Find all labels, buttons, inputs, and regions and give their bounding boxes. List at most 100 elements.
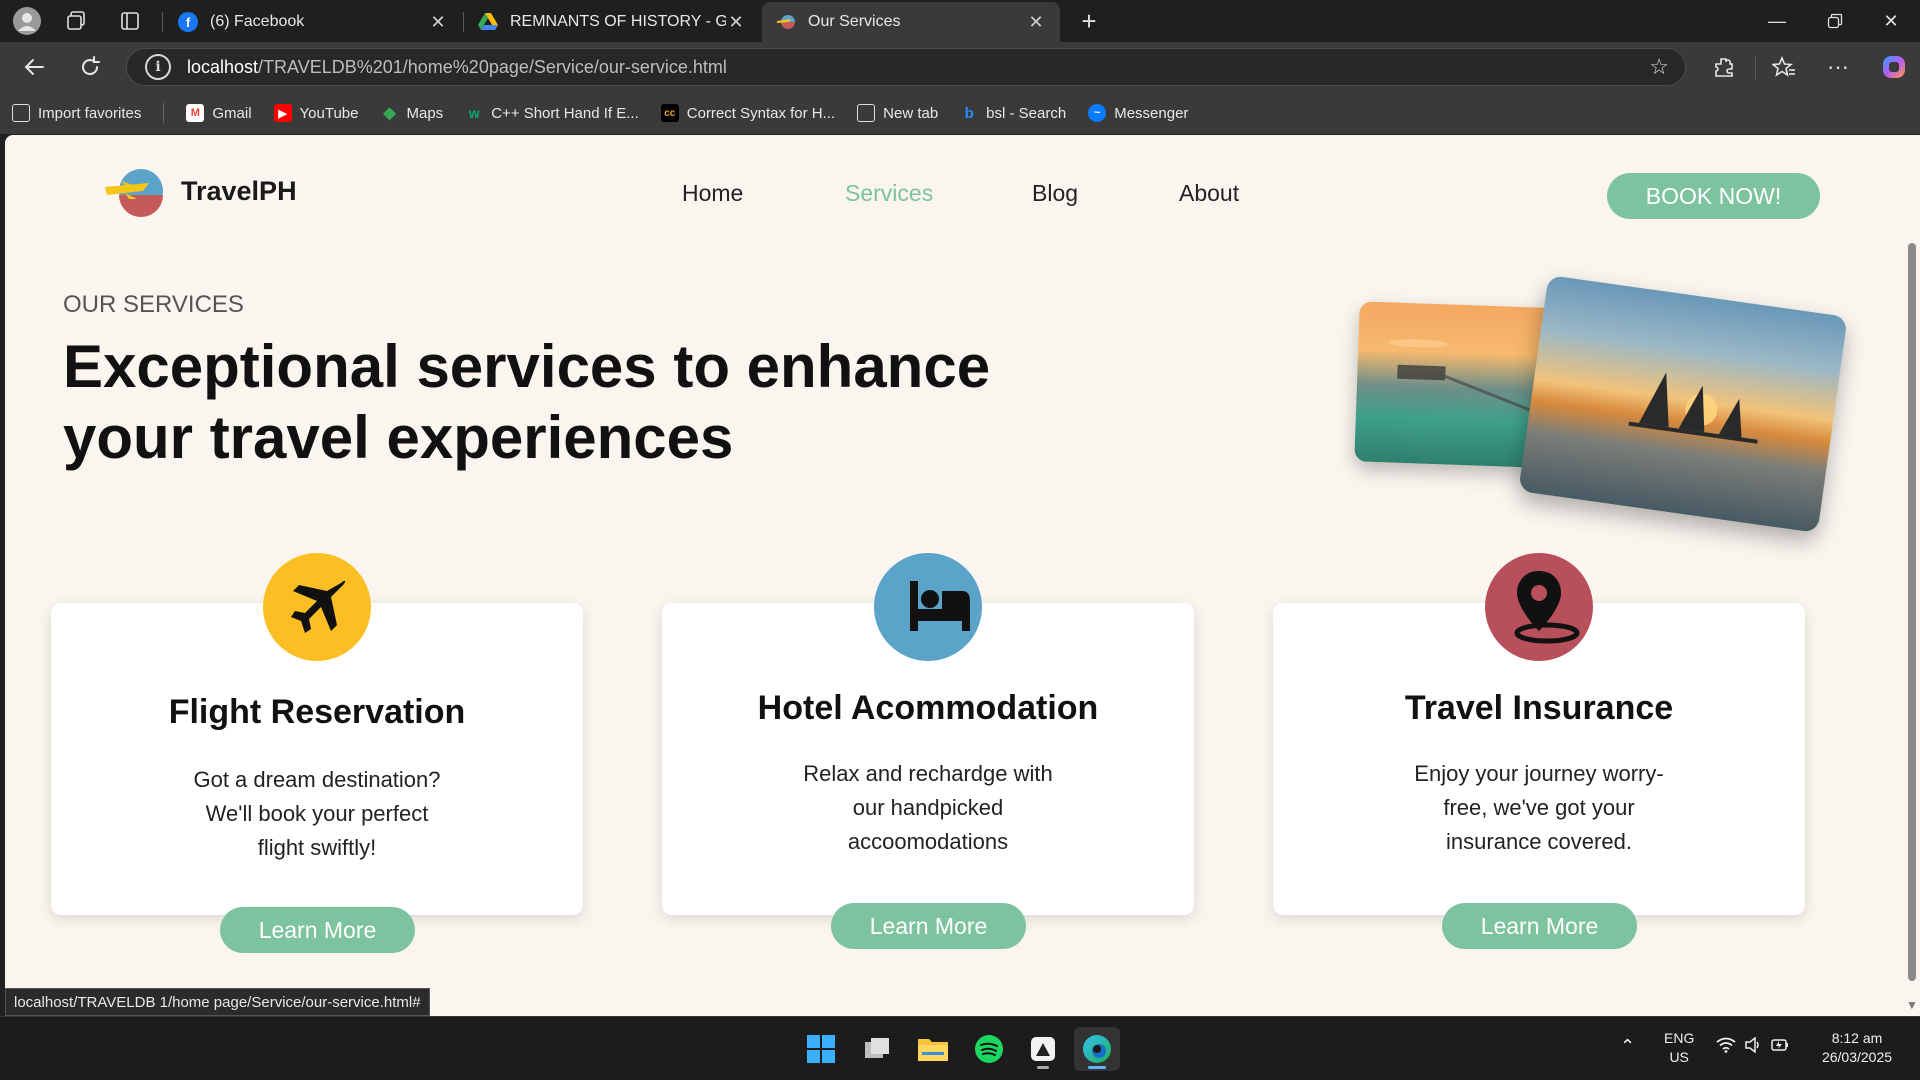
bookmark-label: New tab xyxy=(883,104,939,122)
new-tab-button[interactable]: + xyxy=(1073,6,1105,36)
tab-label: (6) Facebook xyxy=(210,13,305,30)
close-icon[interactable]: ✕ xyxy=(428,12,448,33)
start-button[interactable] xyxy=(798,1027,844,1071)
maps-icon: ◆ xyxy=(383,105,396,122)
clock[interactable]: 8:12 am 26/03/2025 xyxy=(1812,1029,1902,1067)
minimize-icon: — xyxy=(1768,10,1786,31)
copilot-button[interactable] xyxy=(1876,50,1912,84)
extensions-icon xyxy=(1715,58,1733,77)
bookmark-bing-search[interactable]: b bsl - Search xyxy=(960,104,1067,122)
ellipsis-icon: ··· xyxy=(1827,54,1849,79)
facebook-icon: f xyxy=(178,12,198,32)
service-title: Hotel Acommodation xyxy=(757,689,1099,727)
airplane-icon xyxy=(263,553,371,661)
tab-facebook[interactable]: f (6) Facebook ✕ xyxy=(164,2,462,42)
region-label: US xyxy=(1669,1049,1689,1065)
back-button[interactable] xyxy=(16,50,52,84)
workspaces-icon xyxy=(67,11,85,30)
import-icon xyxy=(12,104,30,122)
learn-more-button[interactable]: Learn More xyxy=(831,903,1026,949)
language-indicator[interactable]: ENG US xyxy=(1664,1029,1694,1067)
service-card-flight: Flight Reservation Got a dream destinati… xyxy=(51,553,583,953)
volume-icon[interactable] xyxy=(1744,1036,1762,1058)
favorites-button[interactable] xyxy=(1766,50,1802,84)
learn-more-button[interactable]: Learn More xyxy=(1442,903,1637,949)
restore-icon xyxy=(1827,13,1843,29)
windows-taskbar: ⌃ ENG US 8:12 am 26/03/2025 xyxy=(0,1016,1920,1080)
site-info-icon[interactable]: i xyxy=(145,54,171,80)
favorite-star-icon[interactable]: ☆ xyxy=(1649,54,1669,80)
extensions-button[interactable] xyxy=(1706,50,1742,84)
bookmark-label: Correct Syntax for H... xyxy=(686,104,836,122)
close-icon[interactable]: ✕ xyxy=(1026,12,1046,33)
refresh-icon xyxy=(82,56,100,76)
messenger-icon: ~ xyxy=(1088,104,1107,122)
bookmark-new-tab[interactable]: New tab xyxy=(857,104,938,122)
travelph-icon xyxy=(776,12,796,32)
close-window-button[interactable]: ✕ xyxy=(1862,0,1920,42)
browser-toolbar: i localhost/TRAVELDB%201/home%20page/Ser… xyxy=(0,42,1920,92)
bookmark-import-favorites[interactable]: Import favorites xyxy=(12,104,141,122)
brand-logo[interactable]: TravelPH xyxy=(103,165,297,217)
language-label: ENG xyxy=(1664,1030,1695,1046)
nav-about[interactable]: About xyxy=(1179,180,1239,207)
page-scrollbar[interactable]: ▼ xyxy=(1904,135,1920,1016)
tab-separator xyxy=(162,12,163,32)
minimize-button[interactable]: — xyxy=(1748,0,1806,42)
page-viewport: TravelPH Home Services Blog About BOOK N… xyxy=(5,135,1920,1016)
link-status-url: localhost/TRAVELDB 1/home page/Service/o… xyxy=(5,988,430,1016)
nav-blog[interactable]: Blog xyxy=(1032,180,1078,207)
running-indicator xyxy=(1037,1066,1049,1069)
address-bar[interactable]: i localhost/TRAVELDB%201/home%20page/Ser… xyxy=(126,48,1686,86)
running-indicator xyxy=(1088,1066,1106,1069)
vertical-tabs-button[interactable] xyxy=(114,6,146,36)
file-explorer-button[interactable] xyxy=(910,1027,956,1071)
restore-button[interactable] xyxy=(1806,0,1864,42)
gmail-icon: M xyxy=(186,104,205,122)
service-description: Relax and rechardge with our handpicked … xyxy=(803,761,1053,854)
task-view-button[interactable] xyxy=(854,1027,900,1071)
windows-start-icon xyxy=(807,1035,835,1063)
bookmark-gmail[interactable]: M Gmail xyxy=(186,104,252,122)
bookmark-separator xyxy=(163,103,165,123)
travelph-logo-icon xyxy=(103,165,167,217)
workspaces-button[interactable] xyxy=(60,6,92,36)
time-label: 8:12 am xyxy=(1831,1030,1883,1046)
bookmark-label: Import favorites xyxy=(38,104,142,122)
toolbar-separator xyxy=(1755,57,1756,79)
learn-more-button[interactable]: Learn More xyxy=(220,907,415,953)
nav-home[interactable]: Home xyxy=(682,180,743,207)
bookmark-youtube[interactable]: ▶ YouTube xyxy=(273,104,359,122)
profile-button[interactable] xyxy=(11,6,43,36)
scroll-down-arrow-icon[interactable]: ▼ xyxy=(1906,998,1918,1012)
scrollbar-thumb[interactable] xyxy=(1908,243,1916,981)
app-icon xyxy=(1031,1037,1055,1061)
plus-icon: + xyxy=(1081,5,1097,36)
bing-icon: b xyxy=(964,104,974,122)
url-text[interactable]: localhost/TRAVELDB%201/home%20page/Servi… xyxy=(187,57,727,78)
nav-services[interactable]: Services xyxy=(845,180,933,207)
bookmark-cpp-shorthand[interactable]: w C++ Short Hand If E... xyxy=(465,104,639,122)
brand-name: TravelPH xyxy=(181,175,297,206)
bookmark-messenger[interactable]: ~ Messenger xyxy=(1088,104,1188,122)
close-icon[interactable]: ✕ xyxy=(726,12,746,33)
edge-browser-button[interactable] xyxy=(1074,1027,1120,1071)
refresh-button[interactable] xyxy=(72,50,108,84)
app-button[interactable] xyxy=(1020,1027,1066,1071)
chevron-up-icon[interactable]: ⌃ xyxy=(1620,1037,1635,1056)
tab-our-services[interactable]: Our Services ✕ xyxy=(762,2,1060,42)
service-card-hotel: Hotel Acommodation Relax and rechardge w… xyxy=(662,553,1194,949)
book-now-button[interactable]: BOOK NOW! xyxy=(1607,173,1820,219)
battery-icon[interactable] xyxy=(1770,1037,1790,1058)
tab-google-drive[interactable]: REMNANTS OF HISTORY - Google Drive ✕ xyxy=(464,2,760,42)
spotify-button[interactable] xyxy=(966,1027,1012,1071)
location-pin-icon xyxy=(1485,553,1593,661)
more-options-button[interactable]: ··· xyxy=(1820,50,1856,84)
close-icon: ✕ xyxy=(1883,10,1899,31)
bookmark-correct-syntax[interactable]: cc Correct Syntax for H... xyxy=(660,104,836,122)
google-drive-icon xyxy=(478,12,498,32)
bookmark-maps[interactable]: ◆ Maps xyxy=(381,104,443,123)
wifi-icon[interactable] xyxy=(1716,1037,1736,1058)
service-card-insurance: Travel Insurance Enjoy your journey worr… xyxy=(1273,553,1805,949)
folder-icon xyxy=(918,1039,948,1061)
